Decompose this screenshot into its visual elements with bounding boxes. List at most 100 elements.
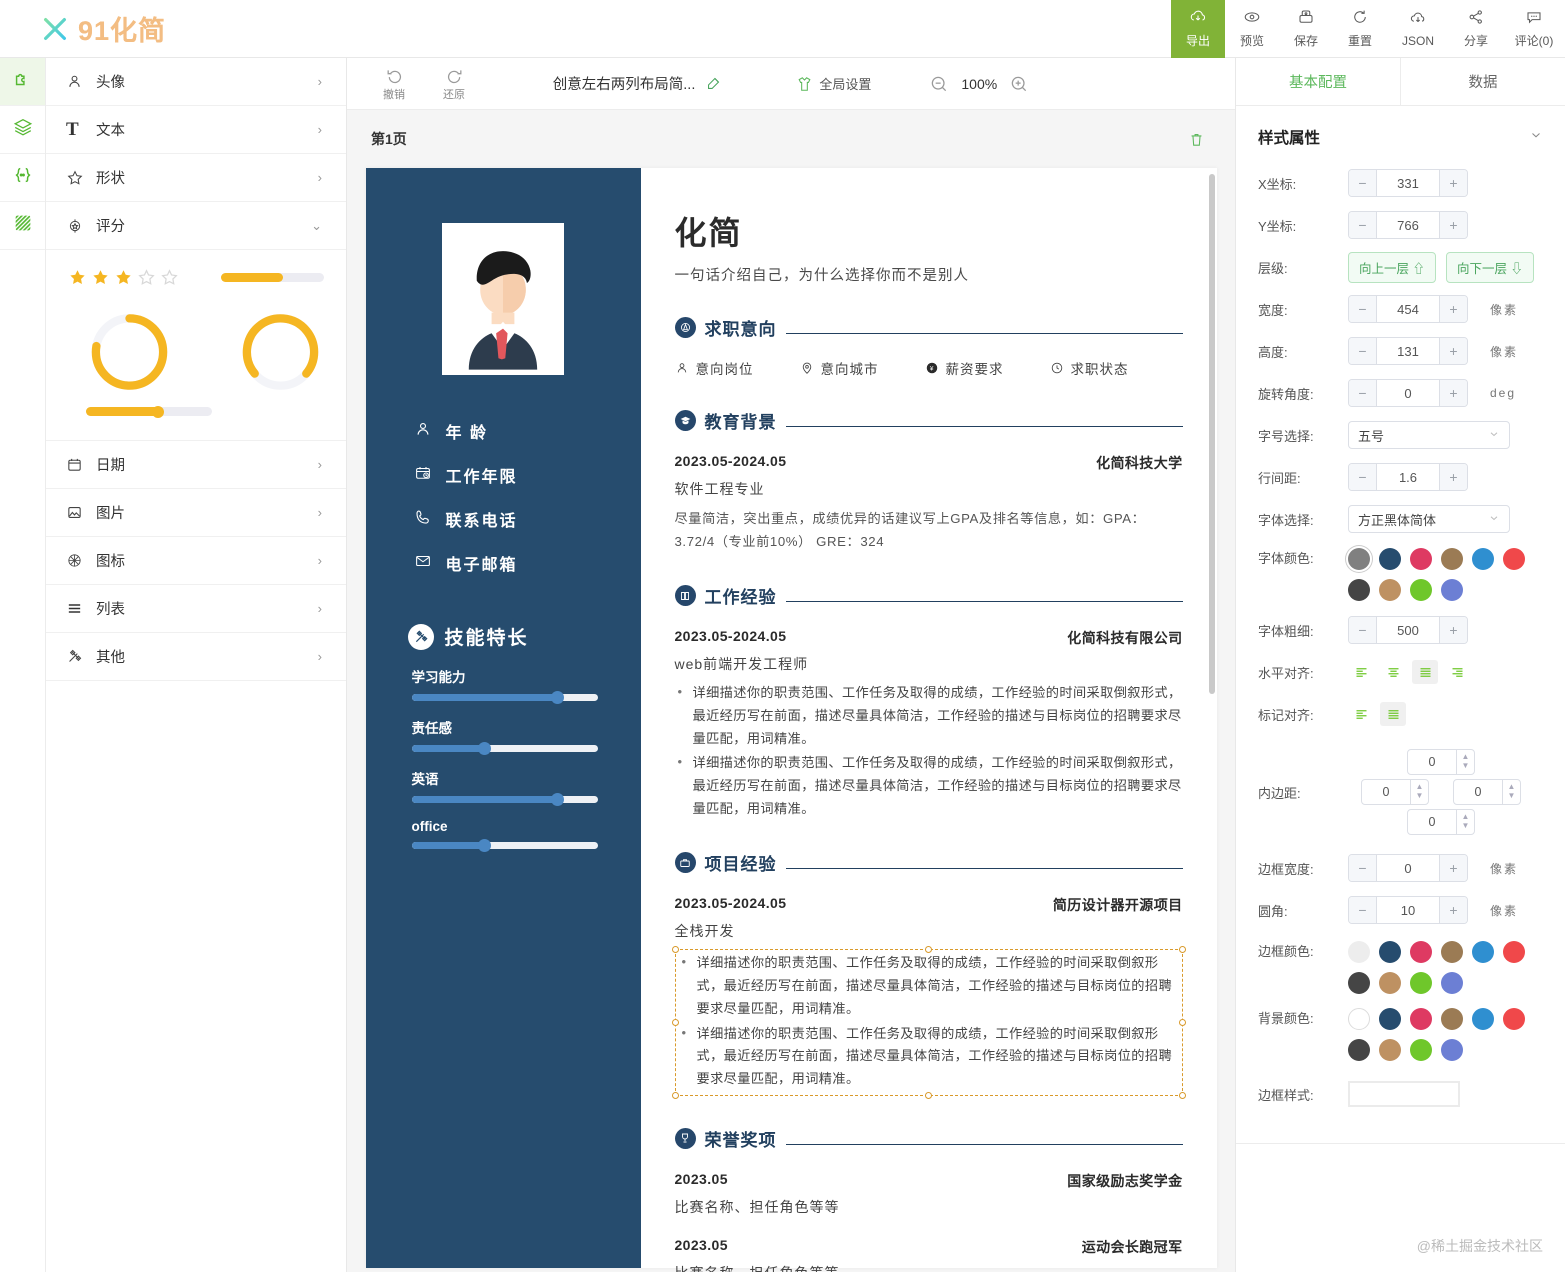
font-size-select[interactable]: 五号 [1348,421,1510,449]
decrement-button[interactable]: − [1349,338,1376,364]
canvas-scroll-area[interactable]: 第1页 年 龄 工作年限 联系电话 电子邮箱 技能特长 学习能力 责任感 英语 … [347,110,1235,1272]
decrement-button[interactable]: − [1349,855,1376,881]
resume-page[interactable]: 年 龄 工作年限 联系电话 电子邮箱 技能特长 学习能力 责任感 英语 offi… [365,168,1217,1272]
ring-progress-widget-left[interactable] [86,305,173,399]
share-button[interactable]: 分享 [1449,0,1503,58]
color-swatch[interactable] [1441,941,1463,963]
chevron-down-icon[interactable] [1529,128,1543,147]
entry-header[interactable]: 2023.05-2024.05 化简科技大学 [675,453,1183,473]
progress-bar-widget[interactable] [221,273,324,282]
contact-item-age[interactable]: 年 龄 [414,419,641,443]
bg-color-palette[interactable] [1348,1008,1534,1061]
intent-item-city[interactable]: 意向城市 [800,358,879,378]
send-backward-button[interactable]: 向下一层 ⇩ [1445,251,1534,283]
color-swatch[interactable] [1441,548,1463,570]
contact-item-phone[interactable]: 联系电话 [414,507,641,531]
color-swatch[interactable] [1441,1008,1463,1030]
color-swatch[interactable] [1379,1039,1401,1061]
brand-logo[interactable]: 91化简 [40,9,166,48]
global-settings-button[interactable]: 全局设置 [796,74,871,93]
decrement-button[interactable]: − [1349,380,1376,406]
entry-description[interactable]: 尽量简洁，突出重点，成绩优异的话建议写上GPA及排名等信息，如：GPA：3.72… [675,507,1183,553]
align-justify-button[interactable] [1412,660,1438,684]
color-swatch[interactable] [1379,548,1401,570]
entry-header[interactable]: 2023.05 运动会长跑冠军 [675,1237,1183,1257]
color-swatch[interactable] [1348,972,1370,994]
skill-slider[interactable] [411,691,598,704]
padding-right-input[interactable]: 0 ▲ ▼ [1453,779,1521,805]
y-value[interactable]: 766 [1376,212,1440,238]
y-stepper[interactable]: − 766 + [1348,211,1468,239]
resize-handle-bottom-left[interactable] [671,1091,679,1099]
skill-item[interactable]: 责任感 [411,717,598,755]
preview-button[interactable]: 预览 [1225,0,1279,58]
json-button[interactable]: JSON [1387,0,1449,58]
panel-item-date[interactable]: 日期 › [46,441,346,489]
padding-bottom-input[interactable]: 0 ▲ ▼ [1407,809,1475,835]
color-swatch[interactable] [1348,548,1370,570]
reset-button[interactable]: 重置 [1333,0,1387,58]
color-swatch[interactable] [1410,1039,1432,1061]
color-swatch[interactable] [1379,941,1401,963]
panel-item-image[interactable]: 图片 › [46,489,346,537]
color-swatch[interactable] [1348,1008,1370,1030]
panel-item-shape[interactable]: 形状 › [46,154,346,202]
color-swatch[interactable] [1379,579,1401,601]
color-swatch[interactable] [1348,941,1370,963]
color-swatch[interactable] [1441,1039,1463,1061]
decrement-button[interactable]: − [1349,897,1376,923]
panel-item-other[interactable]: 其他 › [46,633,346,681]
contact-item-experience-years[interactable]: 工作年限 [414,463,641,487]
height-value[interactable]: 131 [1376,338,1440,364]
increment-button[interactable]: + [1440,855,1467,881]
section-header-work[interactable]: 工作经验 [674,583,1183,608]
resize-handle-bottom-right[interactable] [1178,1091,1186,1099]
redo-button[interactable]: 还原 [431,66,477,102]
padding-left-input[interactable]: 0 ▲ ▼ [1361,779,1429,805]
color-swatch[interactable] [1379,972,1401,994]
entry-subtitle[interactable]: web前端开发工程师 [675,654,1183,674]
color-swatch[interactable] [1441,972,1463,994]
resume-name[interactable]: 化简 [675,208,1183,254]
decrement-button[interactable]: − [1349,212,1376,238]
rail-item-layers[interactable] [0,106,45,154]
avatar[interactable] [442,223,564,375]
entry-header[interactable]: 2023.05 国家级励志奖学金 [675,1171,1183,1191]
stepper-arrows-icon[interactable]: ▲ ▼ [1456,750,1474,774]
undo-button[interactable]: 撤销 [371,66,417,102]
color-swatch[interactable] [1503,548,1525,570]
color-swatch[interactable] [1503,1008,1525,1030]
panel-item-rating[interactable]: 评分 ⌄ [46,202,346,250]
selected-element-bullets[interactable]: 详细描述你的职责范围、工作任务及取得的成绩，工作经验的时间采取倒叙形式，最近经历… [671,946,1186,1099]
resize-handle-top-right[interactable] [1178,946,1186,954]
font-family-select[interactable]: 方正黑体简体 [1348,505,1510,533]
rail-item-components[interactable] [0,58,45,106]
entry-subtitle[interactable]: 比赛名称、担任角色等等 [675,1263,1183,1272]
align-center-button[interactable] [1380,660,1406,684]
color-swatch[interactable] [1410,1008,1432,1030]
style-properties-header[interactable]: 样式属性 [1236,106,1565,158]
section-header-honors[interactable]: 荣誉奖项 [674,1126,1183,1151]
section-header-job-intent[interactable]: 求职意向 [674,315,1183,340]
comment-button[interactable]: 评论(0) [1503,0,1565,58]
zoom-in-button[interactable] [1009,74,1029,94]
color-swatch[interactable] [1379,1008,1401,1030]
skill-slider[interactable] [411,742,598,755]
skill-item[interactable]: 英语 [411,768,598,806]
entry-subtitle[interactable]: 比赛名称、担任角色等等 [675,1197,1183,1217]
export-button[interactable]: 导出 [1171,0,1225,58]
width-value[interactable]: 454 [1376,296,1440,322]
entry-subtitle[interactable]: 全栈开发 [675,921,1183,941]
increment-button[interactable]: + [1440,380,1467,406]
resize-handle-bottom-middle[interactable] [924,1091,932,1099]
align-right-button[interactable] [1444,660,1470,684]
marker-align-left-button[interactable] [1348,702,1374,726]
section-header-project[interactable]: 项目经验 [674,850,1183,875]
resume-tagline[interactable]: 一句话介绍自己，为什么选择你而不是别人 [675,264,1183,285]
zoom-out-button[interactable] [929,74,949,94]
width-stepper[interactable]: − 454 + [1348,295,1468,323]
contact-item-email[interactable]: 电子邮箱 [414,551,641,575]
resize-handle-top-middle[interactable] [924,946,932,954]
radius-stepper[interactable]: − 10 + [1348,896,1468,924]
tab-data[interactable]: 数据 [1400,58,1565,105]
